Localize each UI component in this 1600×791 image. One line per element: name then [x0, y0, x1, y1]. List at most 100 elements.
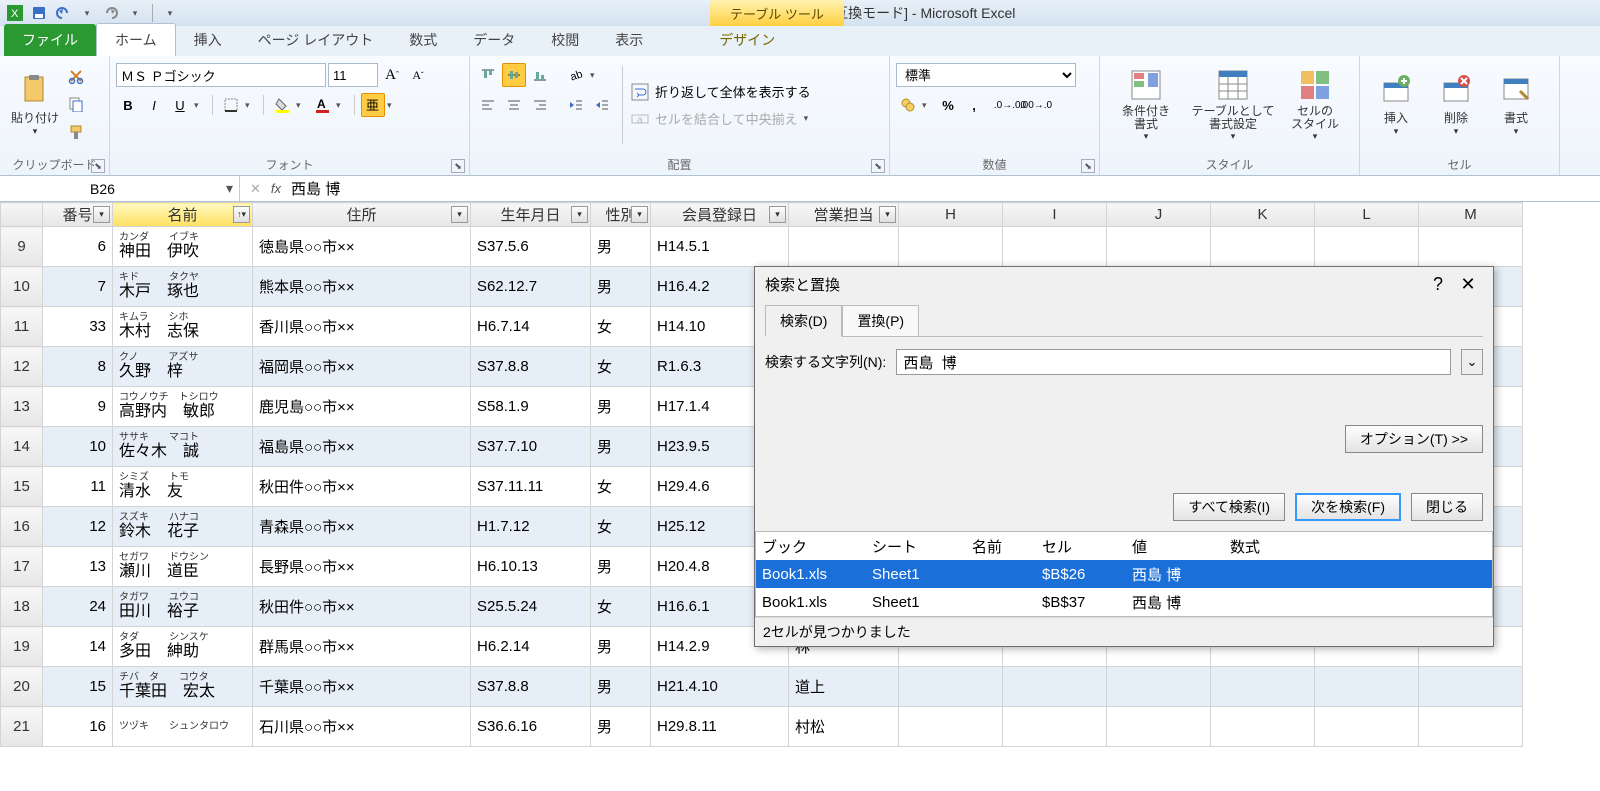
percent-icon[interactable]: %	[936, 93, 960, 117]
filter-btn-B[interactable]: ↑▾	[233, 206, 250, 223]
align-left-icon[interactable]	[476, 93, 500, 117]
formula-content[interactable]: 西島 博	[291, 178, 340, 199]
cell[interactable]	[1107, 667, 1211, 707]
filter-btn-C[interactable]: ▾	[451, 206, 468, 223]
cell[interactable]	[899, 227, 1003, 267]
cell[interactable]	[1419, 227, 1523, 267]
row-header-17[interactable]: 17	[1, 547, 43, 587]
bold-button[interactable]: B	[116, 93, 140, 117]
row-header-19[interactable]: 19	[1, 627, 43, 667]
cell[interactable]: S37.8.8	[471, 667, 591, 707]
row-header-18[interactable]: 18	[1, 587, 43, 627]
cell[interactable]	[899, 707, 1003, 747]
cell[interactable]: 14	[43, 627, 113, 667]
cell[interactable]: 男	[591, 627, 651, 667]
merge-center-button[interactable]: a セルを結合して中央揃え ▾	[631, 109, 816, 128]
alignment-launcher[interactable]: ⬊	[871, 159, 885, 173]
delete-cells-button[interactable]: 削除▾	[1426, 60, 1486, 150]
column-header-B[interactable]: 名前↑▾	[113, 203, 253, 227]
find-next-button[interactable]: 次を検索(F)	[1295, 493, 1401, 521]
undo-dropdown[interactable]: ▾	[76, 3, 98, 23]
tab-insert[interactable]: 挿入	[176, 24, 240, 56]
cell[interactable]: 長野県○○市××	[253, 547, 471, 587]
tab-design[interactable]: デザイン	[701, 24, 793, 56]
insert-cells-button[interactable]: 挿入▾	[1366, 60, 1426, 150]
cell[interactable]: 熊本県○○市××	[253, 267, 471, 307]
comma-icon[interactable]: ,	[962, 93, 986, 117]
tab-data[interactable]: データ	[455, 24, 533, 56]
column-header-E[interactable]: 性別▾	[591, 203, 651, 227]
row-header-21[interactable]: 21	[1, 707, 43, 747]
cut-icon[interactable]	[64, 64, 88, 88]
tab-view[interactable]: 表示	[597, 24, 661, 56]
cell[interactable]: S62.12.7	[471, 267, 591, 307]
cell[interactable]: 石川県○○市××	[253, 707, 471, 747]
redo-dropdown[interactable]: ▾	[124, 3, 146, 23]
cell[interactable]: ササキ マコト佐々木 誠	[113, 427, 253, 467]
cell[interactable]: クノ アズサ久野 梓	[113, 347, 253, 387]
number-format-select[interactable]: 標準	[896, 63, 1076, 87]
cell[interactable]: 女	[591, 347, 651, 387]
orientation-icon[interactable]: ab	[564, 63, 588, 87]
row-header-15[interactable]: 15	[1, 467, 43, 507]
cell[interactable]: スズキ ハナコ鈴木 花子	[113, 507, 253, 547]
cell[interactable]: 道上	[789, 667, 899, 707]
cell-styles-button[interactable]: セルの スタイル▾	[1280, 60, 1350, 150]
cell[interactable]: 男	[591, 387, 651, 427]
cell[interactable]	[1315, 707, 1419, 747]
close-button[interactable]: 閉じる	[1411, 493, 1483, 521]
cell[interactable]: 福島県○○市××	[253, 427, 471, 467]
align-top-icon[interactable]	[476, 63, 500, 87]
orientation-dropdown[interactable]: ▾	[590, 70, 602, 81]
cell[interactable]	[1003, 707, 1107, 747]
name-box-dropdown[interactable]: ▾	[226, 180, 233, 197]
cell[interactable]: 秋田件○○市××	[253, 467, 471, 507]
cell[interactable]: シミズ トモ清水 友	[113, 467, 253, 507]
conditional-format-button[interactable]: 条件付き 書式▾	[1106, 60, 1186, 150]
options-button[interactable]: オプション(T) >>	[1345, 425, 1483, 453]
cell[interactable]: 6	[43, 227, 113, 267]
column-header-G[interactable]: 営業担当▾	[789, 203, 899, 227]
cell[interactable]: セガワ ドウシン瀬川 道臣	[113, 547, 253, 587]
column-header-C[interactable]: 住所▾	[253, 203, 471, 227]
increase-font-icon[interactable]: Aˆ	[380, 63, 404, 87]
cell[interactable]: 群馬県○○市××	[253, 627, 471, 667]
select-all-corner[interactable]	[1, 203, 43, 227]
cell[interactable]: 男	[591, 267, 651, 307]
cell[interactable]: 15	[43, 667, 113, 707]
cell[interactable]	[1419, 667, 1523, 707]
column-header-J[interactable]: J	[1107, 203, 1211, 227]
row-header-10[interactable]: 10	[1, 267, 43, 307]
cell[interactable]: S37.7.10	[471, 427, 591, 467]
wrap-text-button[interactable]: 折り返して全体を表示する	[631, 82, 816, 101]
row-header-14[interactable]: 14	[1, 427, 43, 467]
clipboard-launcher[interactable]: ⬊	[91, 159, 105, 173]
cell[interactable]: ツヅキ シュンタロウ	[113, 707, 253, 747]
cell[interactable]: 女	[591, 307, 651, 347]
row-header-20[interactable]: 20	[1, 667, 43, 707]
cell[interactable]: チバ タ コウタ千葉田 宏太	[113, 667, 253, 707]
cell[interactable]: H6.2.14	[471, 627, 591, 667]
search-result-row[interactable]: Book1.xlsSheet1$B$37西島 博	[756, 588, 1492, 616]
column-header-K[interactable]: K	[1211, 203, 1315, 227]
increase-indent-icon[interactable]	[590, 93, 614, 117]
cell[interactable]: 男	[591, 427, 651, 467]
cell[interactable]	[899, 667, 1003, 707]
cell[interactable]	[1003, 667, 1107, 707]
column-header-H[interactable]: H	[899, 203, 1003, 227]
cell[interactable]: 村松	[789, 707, 899, 747]
column-header-D[interactable]: 生年月日▾	[471, 203, 591, 227]
border-icon[interactable]	[219, 93, 243, 117]
cell[interactable]: S58.1.9	[471, 387, 591, 427]
currency-dropdown[interactable]: ▾	[922, 100, 934, 111]
redo-icon[interactable]	[100, 3, 122, 23]
cell[interactable]: S37.11.11	[471, 467, 591, 507]
cell[interactable]: 男	[591, 707, 651, 747]
format-painter-icon[interactable]	[64, 120, 88, 144]
border-dropdown[interactable]: ▾	[245, 100, 257, 111]
filter-btn-G[interactable]: ▾	[879, 206, 896, 223]
dialog-help-icon[interactable]: ?	[1423, 274, 1453, 295]
find-what-input[interactable]	[896, 349, 1451, 375]
filter-btn-D[interactable]: ▾	[571, 206, 588, 223]
cell[interactable]: 8	[43, 347, 113, 387]
